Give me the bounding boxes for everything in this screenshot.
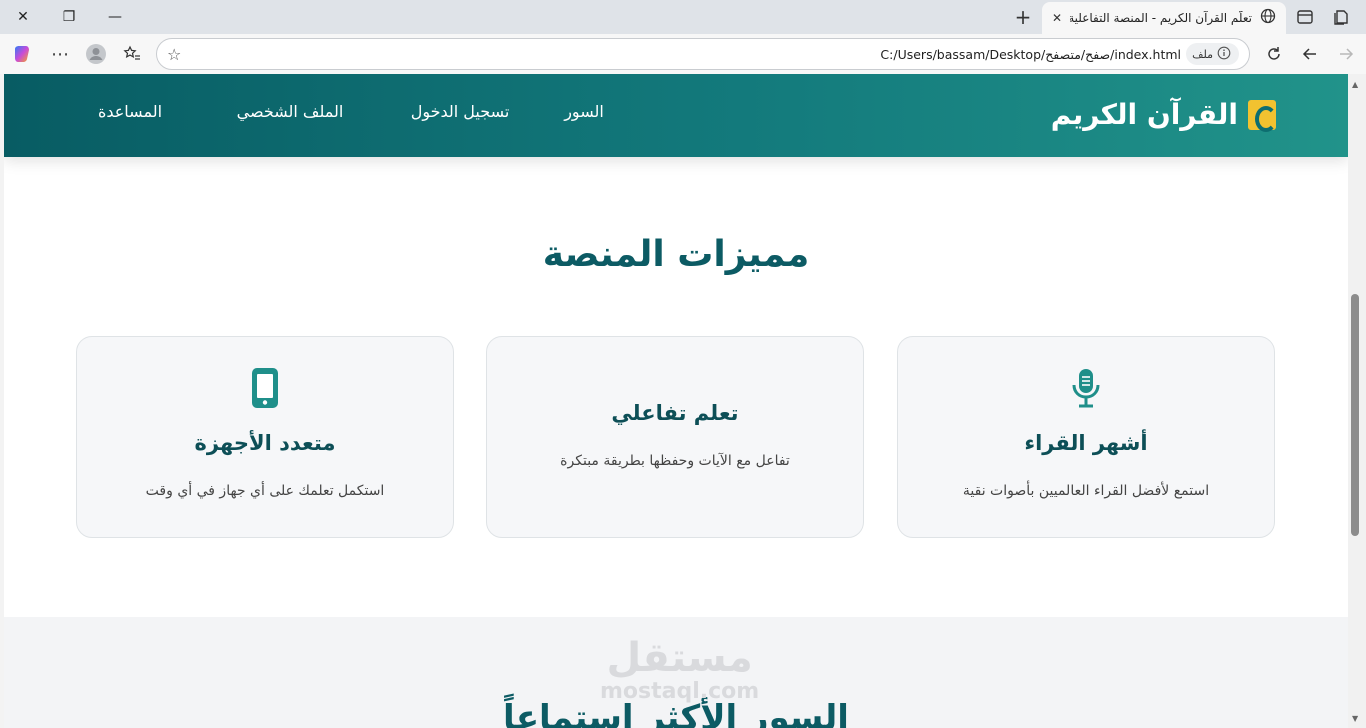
back-icon[interactable]: [1296, 40, 1324, 68]
scroll-down-arrow-icon[interactable]: ▼: [1352, 714, 1358, 723]
feature-card-reciters: أشهر القراء استمع لأفضل القراء العالميين…: [897, 336, 1275, 538]
globe-icon: [1260, 8, 1276, 28]
tab-title: تعلّم القرآن الكريم - المنصة التفاعلية: [1070, 11, 1252, 25]
close-window-button[interactable]: ✕: [0, 0, 46, 34]
scrollbar-thumb[interactable]: [1351, 294, 1359, 536]
address-input[interactable]: ☆ C:/Users/bassam/Desktop/صفح/متصفح/inde…: [156, 38, 1250, 70]
site-brand[interactable]: القرآن الكريم: [1050, 98, 1277, 132]
url-text[interactable]: C:/Users/bassam/Desktop/صفح/متصفح/index.…: [880, 47, 1181, 62]
sidebar-toggle-icon[interactable]: [1296, 0, 1314, 34]
refresh-icon[interactable]: [1260, 40, 1288, 68]
browser-tabbar: ✕ ❐ — + تعلّم القرآن الكريم - المنصة الت…: [0, 0, 1366, 34]
restore-window-button[interactable]: ❐: [46, 0, 92, 34]
scroll-up-arrow-icon[interactable]: ▲: [1352, 80, 1358, 89]
site-info-label: ملف: [1192, 47, 1213, 61]
nav-link-help[interactable]: المساعدة: [90, 102, 170, 121]
microphone-icon: [898, 367, 1274, 409]
minimize-window-button[interactable]: —: [92, 0, 138, 34]
card-description: استمع لأفضل القراء العالميين بأصوات نقية: [962, 483, 1210, 499]
nav-link-login[interactable]: تسجيل الدخول: [400, 102, 520, 121]
card-title: أشهر القراء: [1024, 431, 1148, 455]
features-section-title: مميزات المنصة: [542, 234, 810, 275]
info-icon: [1217, 46, 1231, 63]
add-favorite-star-icon[interactable]: ☆: [167, 45, 181, 64]
more-options-icon[interactable]: ⋯: [46, 40, 74, 68]
nav-link-profile[interactable]: الملف الشخصي: [230, 102, 350, 121]
forward-icon[interactable]: [1332, 40, 1360, 68]
mobile-icon: [77, 367, 453, 409]
workspaces-icon[interactable]: [1332, 0, 1350, 34]
site-info-chip[interactable]: ملف: [1186, 43, 1239, 65]
page-viewport: القرآن الكريم السور تسجيل الدخول الملف ا…: [4, 74, 1348, 728]
card-description: استكمل تعلمك على أي جهاز في أي وقت: [145, 483, 385, 499]
close-tab-icon[interactable]: ✕: [1052, 11, 1062, 25]
quran-logo-icon: [1248, 99, 1277, 132]
feature-card-multi-device: متعدد الأجهزة استكمل تعلمك على أي جهاز ف…: [76, 336, 454, 538]
watermark-arabic: مستقل: [606, 635, 753, 681]
feature-card-interactive: تعلم تفاعلي تفاعل مع الآيات وحفظها بطريق…: [486, 336, 864, 538]
browser-tab[interactable]: تعلّم القرآن الكريم - المنصة التفاعلية ✕: [1042, 2, 1286, 34]
favorites-icon[interactable]: [118, 40, 146, 68]
watermark-latin: mostaql.com: [600, 679, 760, 704]
card-title: تعلم تفاعلي: [611, 401, 739, 425]
card-description: تفاعل مع الآيات وحفظها بطريقة مبتكرة: [560, 453, 790, 469]
nav-link-surahs[interactable]: السور: [544, 102, 624, 121]
profile-avatar-icon[interactable]: [82, 40, 110, 68]
copilot-icon[interactable]: [8, 40, 36, 68]
new-tab-button[interactable]: +: [1010, 5, 1036, 29]
mostaql-watermark: مستقل mostaql.com: [600, 636, 759, 704]
card-title: متعدد الأجهزة: [194, 431, 336, 455]
site-navbar: القرآن الكريم السور تسجيل الدخول الملف ا…: [4, 74, 1348, 157]
brand-name: القرآن الكريم: [1050, 98, 1238, 131]
